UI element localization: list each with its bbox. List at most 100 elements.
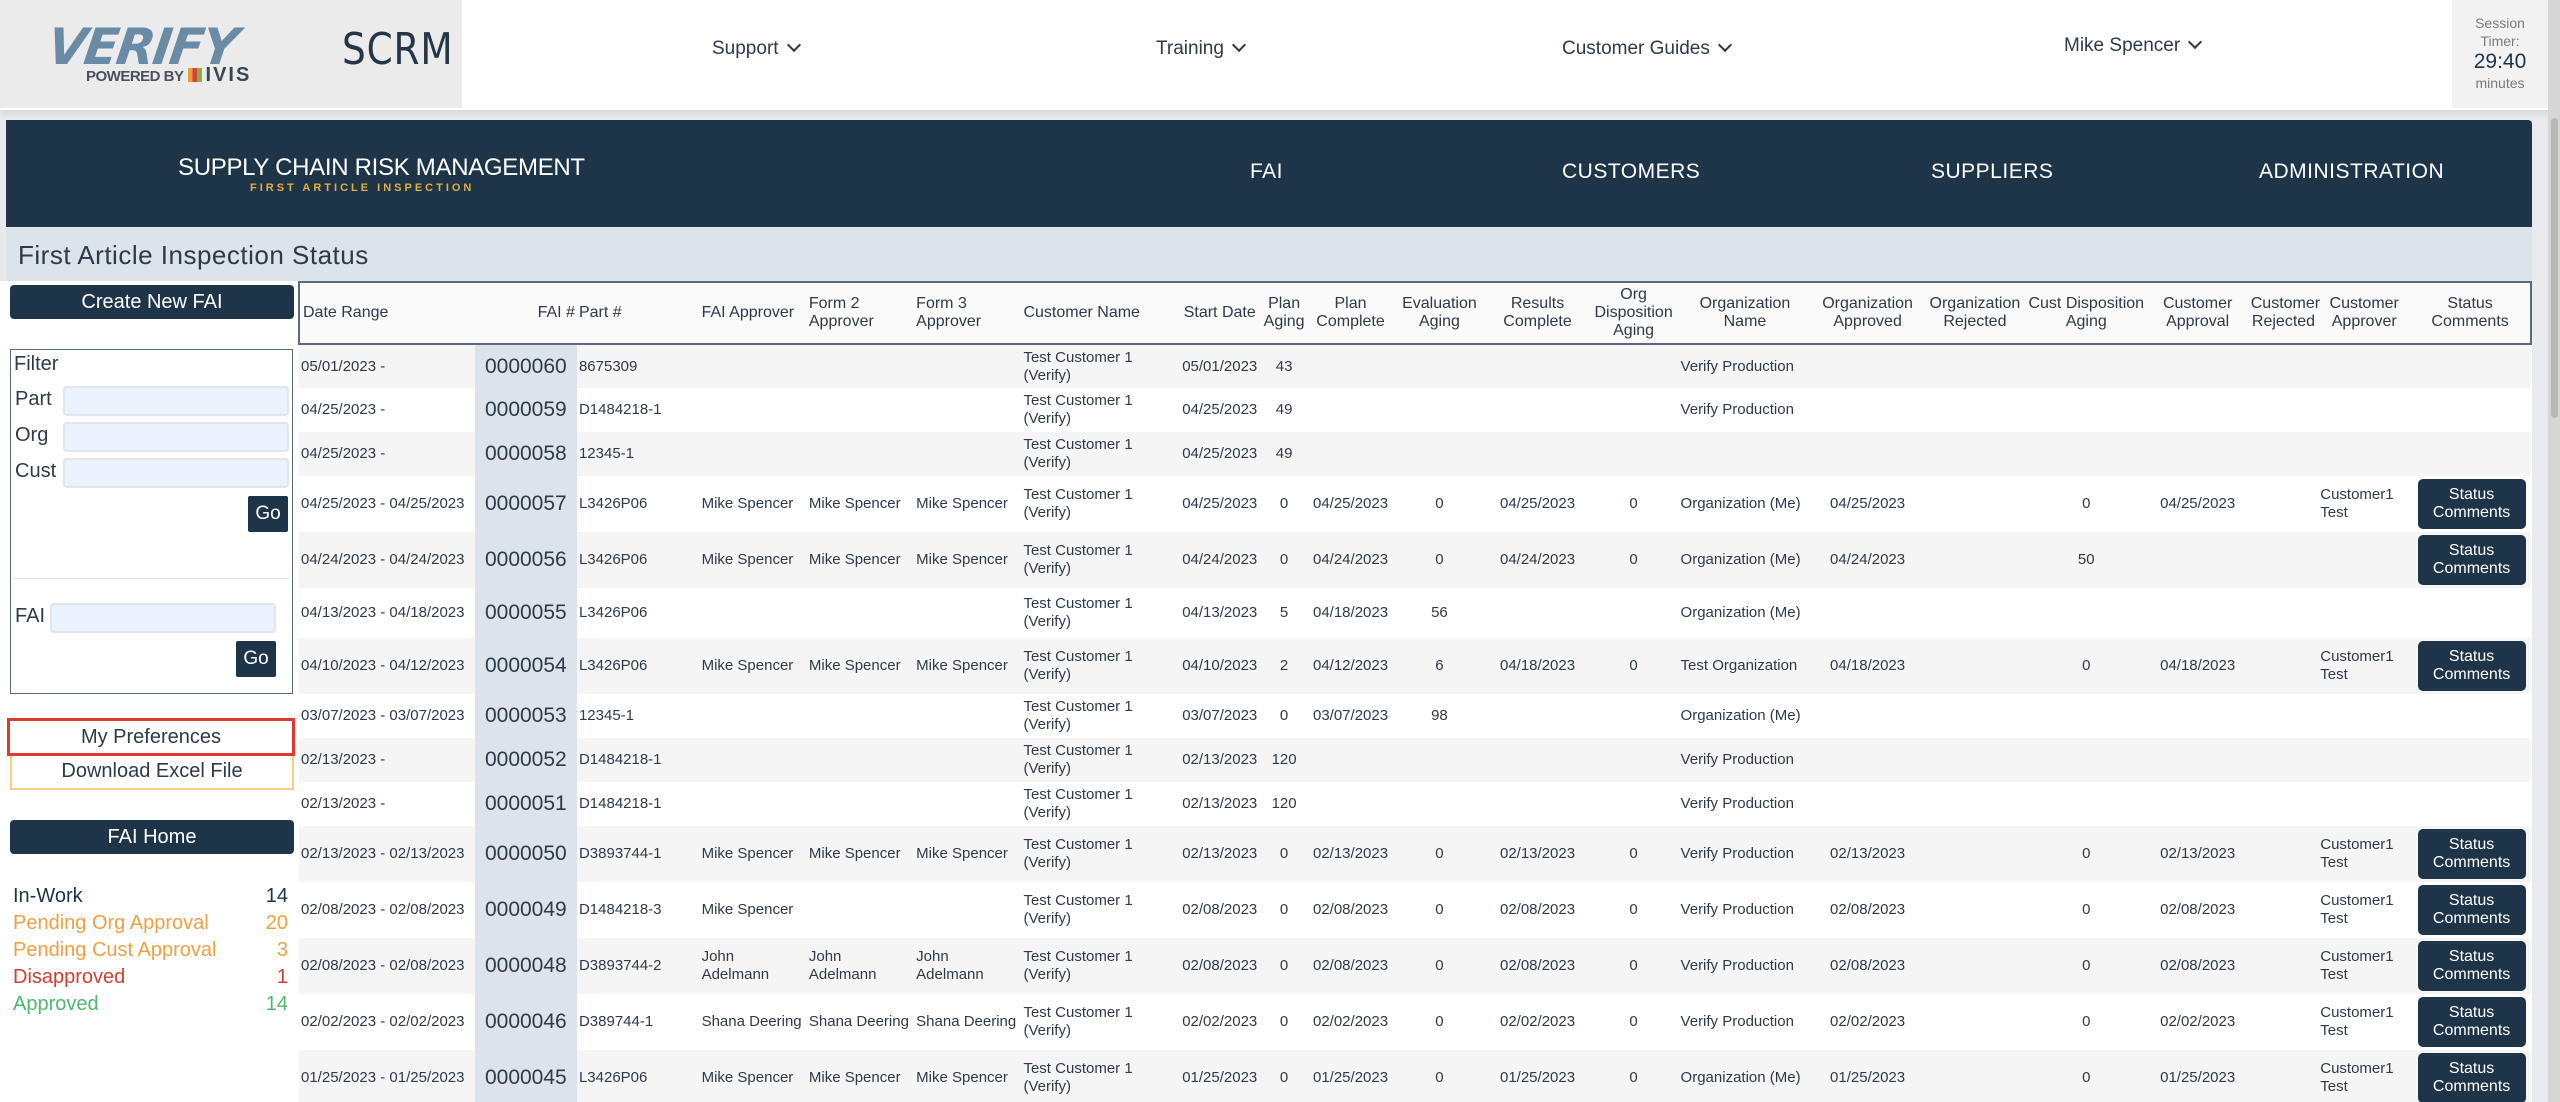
cell-fai-number[interactable]: 0000048	[474, 938, 577, 994]
mainnav-customers[interactable]: CUSTOMERS	[1562, 160, 1700, 184]
column-header-customer-approval[interactable]: Customer Approval	[2146, 281, 2249, 345]
status-comments-button[interactable]: Status Comments	[2417, 535, 2526, 585]
cell-fai-number[interactable]: 0000045	[474, 1050, 577, 1102]
column-header-cust-disposition-aging[interactable]: Cust Disposition Aging	[2025, 281, 2147, 345]
download-excel-button[interactable]: Download Excel File	[10, 756, 294, 790]
cell-plan-aging: 120	[1259, 782, 1309, 826]
cell-part-number: D3893744-1	[576, 826, 700, 882]
page-scrollbar-thumb[interactable]	[2551, 118, 2558, 418]
status-comments-button[interactable]: Status Comments	[2417, 941, 2526, 991]
table-row[interactable]: 03/07/2023 - 03/07/2023 0000053 12345-1 Tes…	[299, 694, 2531, 738]
topnav-support[interactable]: Support	[712, 37, 801, 60]
table-row[interactable]: 01/25/2023 - 01/25/2023 0000045 L3426P06 Mi…	[299, 1050, 2531, 1102]
status-comments-button[interactable]: Status Comments	[2417, 1053, 2526, 1102]
fai-go-button[interactable]: Go	[236, 641, 276, 677]
table-row[interactable]: 04/25/2023 - 04/25/2023 0000057 L3426P06 Mi…	[299, 476, 2531, 532]
cell-customer-name: Test Customer 1 (Verify)	[1021, 882, 1180, 938]
my-preferences-button[interactable]: My Preferences	[7, 718, 295, 756]
part-filter-input[interactable]	[63, 386, 289, 416]
table-row[interactable]: 02/02/2023 - 02/02/2023 0000046 D389744-1 S…	[299, 994, 2531, 1050]
user-name: Mike Spencer	[2064, 35, 2181, 56]
stat-label: Pending Org Approval	[13, 912, 209, 934]
stat-in-work[interactable]: In-Work 14	[13, 885, 288, 911]
cell-fai-number[interactable]: 0000053	[474, 694, 577, 738]
table-row[interactable]: 02/08/2023 - 02/08/2023 0000049 D1484218-3…	[299, 882, 2531, 938]
cell-customer-approval: 01/25/2023	[2146, 1050, 2249, 1102]
cell-results-complete: 04/24/2023	[1486, 532, 1589, 588]
cell-fai-number[interactable]: 0000052	[474, 738, 577, 782]
cell-status-comments: Status Comments	[2410, 1050, 2531, 1102]
stat-approved[interactable]: Approved 14	[13, 993, 288, 1019]
column-header-customer-name[interactable]: Customer Name	[1021, 281, 1180, 345]
column-header-part-number[interactable]: Part #	[576, 281, 700, 345]
status-comments-button[interactable]: Status Comments	[2417, 829, 2526, 879]
cell-fai-number[interactable]: 0000051	[474, 782, 577, 826]
cell-fai-number[interactable]: 0000060	[474, 344, 577, 388]
cust-filter-input[interactable]	[63, 458, 289, 488]
table-row[interactable]: 02/08/2023 - 02/08/2023 0000048 D3893744-2…	[299, 938, 2531, 994]
cell-date-range: 02/13/2023 - 02/13/2023	[299, 826, 475, 882]
column-header-customer-rejected[interactable]: Customer Rejected	[2248, 281, 2320, 345]
create-new-fai-button[interactable]: Create New FAI	[10, 285, 294, 319]
cell-fai-number[interactable]: 0000046	[474, 994, 577, 1050]
status-comments-button[interactable]: Status Comments	[2417, 641, 2526, 691]
column-header-plan-aging[interactable]: Plan Aging	[1259, 281, 1309, 345]
topnav-customer-guides[interactable]: Customer Guides	[1562, 37, 1732, 60]
cell-organization-name: Verify Production	[1678, 782, 1812, 826]
stat-disapproved[interactable]: Disapproved 1	[13, 966, 288, 992]
user-menu[interactable]: Mike Spencer	[2064, 34, 2203, 57]
cell-fai-number[interactable]: 0000054	[474, 638, 577, 694]
column-header-organization-approved[interactable]: Organization Approved	[1811, 281, 1924, 345]
column-header-start-date[interactable]: Start Date	[1179, 281, 1260, 345]
column-header-evaluation-aging[interactable]: Evaluation Aging	[1392, 281, 1487, 345]
cell-org-disposition-aging	[1588, 432, 1679, 476]
column-header-organization-name[interactable]: Organization Name	[1678, 281, 1812, 345]
table-row[interactable]: 04/25/2023 -0000059 D1484218-1 Test Custom…	[299, 388, 2531, 432]
fai-home-button[interactable]: FAI Home	[10, 820, 294, 854]
column-header-customer-approver[interactable]: Customer Approver	[2318, 281, 2411, 345]
cell-form2-approver: Mike Spencer	[806, 532, 915, 588]
cell-fai-number[interactable]: 0000056	[474, 532, 577, 588]
table-row[interactable]: 02/13/2023 -0000051 D1484218-1 Test Custom…	[299, 782, 2531, 826]
column-header-form3-approver[interactable]: Form 3 Approver	[914, 281, 1022, 345]
mainnav-suppliers[interactable]: SUPPLIERS	[1931, 160, 2053, 184]
org-filter-input[interactable]	[63, 422, 289, 452]
column-header-plan-complete[interactable]: Plan Complete	[1308, 281, 1393, 345]
stat-pending-org-approval[interactable]: Pending Org Approval 20	[13, 912, 288, 938]
column-header-status-comments[interactable]: Status Comments	[2410, 281, 2532, 345]
filter-go-button[interactable]: Go	[248, 496, 288, 532]
cell-organization-approved	[1811, 694, 1924, 738]
table-row[interactable]: 04/24/2023 - 04/24/2023 0000056 L3426P06 Mi…	[299, 532, 2531, 588]
mainnav-fai[interactable]: FAI	[1250, 160, 1283, 184]
topnav-training[interactable]: Training	[1156, 37, 1247, 60]
cell-part-number: D1484218-1	[576, 388, 700, 432]
column-header-date-range[interactable]: Date Range	[298, 281, 475, 345]
column-header-organization-rejected[interactable]: Organization Rejected	[1923, 281, 2026, 345]
cell-plan-complete	[1308, 388, 1393, 432]
table-row[interactable]: 02/13/2023 - 02/13/2023 0000050 D3893744-1…	[299, 826, 2531, 882]
column-header-fai-number[interactable]: FAI #	[474, 281, 577, 345]
column-header-results-complete[interactable]: Results Complete	[1486, 281, 1589, 345]
cell-fai-number[interactable]: 0000049	[474, 882, 577, 938]
cell-fai-number[interactable]: 0000058	[474, 432, 577, 476]
table-row[interactable]: 05/01/2023 -0000060 8675309 Test Customer …	[299, 344, 2531, 388]
cell-fai-number[interactable]: 0000050	[474, 826, 577, 882]
table-row[interactable]: 04/25/2023 -0000058 12345-1 Test Customer …	[299, 432, 2531, 476]
status-comments-button[interactable]: Status Comments	[2417, 479, 2526, 529]
status-comments-button[interactable]: Status Comments	[2417, 885, 2526, 935]
column-header-fai-approver[interactable]: FAI Approver	[699, 281, 807, 345]
table-row[interactable]: 04/10/2023 - 04/12/2023 0000054 L3426P06 Mi…	[299, 638, 2531, 694]
column-header-form2-approver[interactable]: Form 2 Approver	[806, 281, 915, 345]
table-row[interactable]: 04/13/2023 - 04/18/2023 0000055 L3426P06 Te…	[299, 588, 2531, 638]
mainnav-administration[interactable]: ADMINISTRATION	[2259, 160, 2444, 184]
column-header-org-disposition-aging[interactable]: Org Disposition Aging	[1588, 281, 1679, 345]
cell-fai-number[interactable]: 0000057	[474, 476, 577, 532]
powered-by-logo: POWERED BY IVIS	[86, 64, 251, 87]
cell-fai-number[interactable]: 0000059	[474, 388, 577, 432]
status-comments-button[interactable]: Status Comments	[2417, 997, 2526, 1047]
stat-pending-cust-approval[interactable]: Pending Cust Approval 3	[13, 939, 288, 965]
table-row[interactable]: 02/13/2023 -0000052 D1484218-1 Test Custom…	[299, 738, 2531, 782]
cell-plan-complete	[1308, 344, 1393, 388]
fai-search-input[interactable]	[50, 603, 276, 633]
cell-fai-number[interactable]: 0000055	[474, 588, 577, 638]
